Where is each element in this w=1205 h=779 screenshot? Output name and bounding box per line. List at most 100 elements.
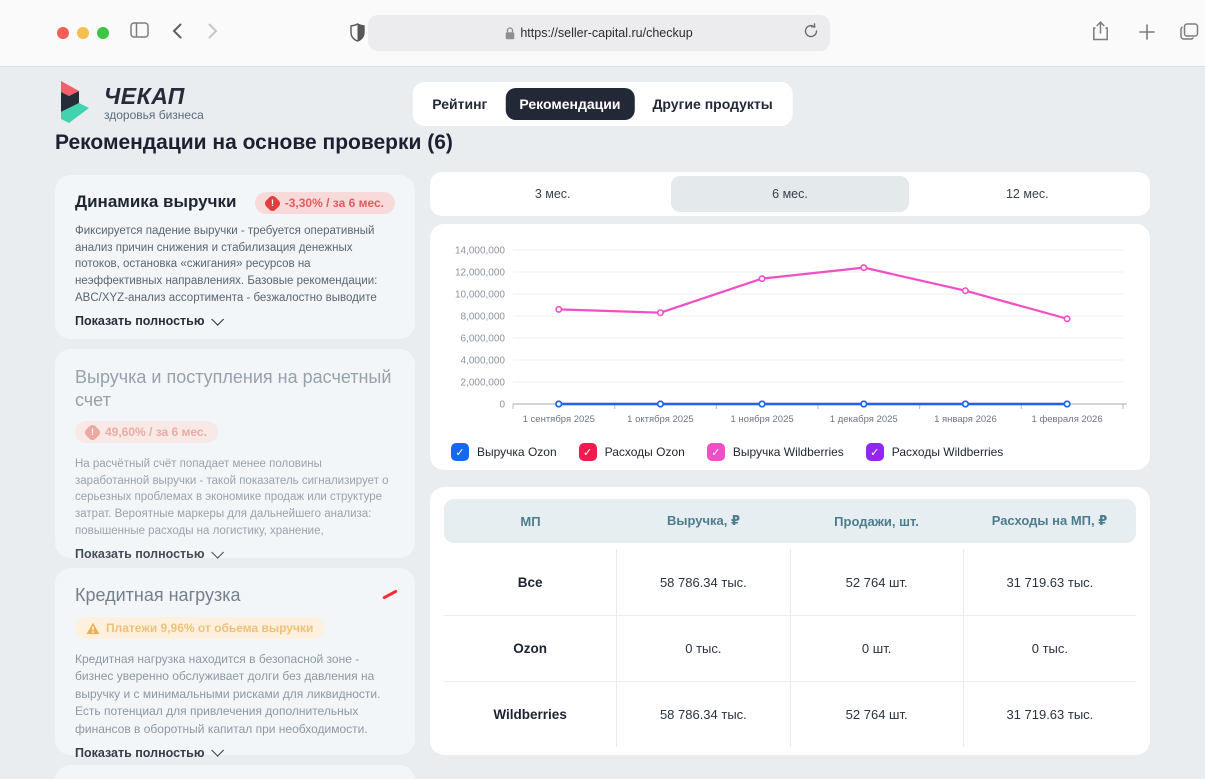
share-icon[interactable] — [1092, 21, 1109, 42]
card-description: Кредитная нагрузка находится в безопасно… — [75, 651, 395, 738]
brand-logo[interactable]: ЧЕКАП здоровья бизнеса — [55, 79, 204, 125]
forward-button-icon[interactable] — [208, 23, 218, 39]
url-text: https://seller-capital.ru/checkup — [520, 26, 692, 40]
tab-overview-icon[interactable] — [1180, 23, 1199, 40]
svg-text:4,000,000: 4,000,000 — [461, 356, 506, 367]
svg-text:1 декабря 2025: 1 декабря 2025 — [830, 414, 898, 425]
legend-checkbox-icon[interactable]: ✓ — [579, 443, 597, 461]
svg-text:2,000,000: 2,000,000 — [461, 378, 506, 389]
period-tab-6m[interactable]: 6 мес. — [671, 176, 908, 212]
col-header-mp: МП — [444, 514, 617, 529]
show-full-link[interactable]: Показать полностью — [75, 547, 395, 561]
chevron-down-icon — [211, 313, 224, 326]
svg-text:0: 0 — [499, 400, 505, 411]
browser-chrome: https://seller-capital.ru/checkup — [0, 0, 1205, 67]
card-title: Динамика выручки — [75, 192, 236, 212]
analytics-column: 3 мес. 6 мес. 12 мес. 0 2,000,000 4,000,00… — [430, 172, 1150, 755]
status-badge: ! 49,60% / за 6 мес. — [75, 421, 218, 443]
minimize-window-button[interactable] — [77, 27, 89, 39]
chart-legend: ✓ Выручка Ozon ✓ Расходы Ozon ✓ Выручка Wildb… — [445, 439, 1135, 461]
alert-icon: ! — [263, 194, 281, 212]
status-badge: Платежи 9,96% от обьема выручки — [75, 617, 324, 639]
table-row: Wildberries 58 786.34 тыс. 52 764 шт. 31… — [444, 681, 1136, 747]
show-full-link[interactable]: Показать полностью — [75, 746, 395, 760]
legend-label: Расходы Ozon — [605, 445, 685, 459]
legend-item-1[interactable]: ✓ Расходы Ozon — [579, 443, 685, 461]
card-revenue-dynamics: Динамика выручки ! -3,30% / за 6 мес. Фи… — [55, 175, 415, 339]
legend-label: Расходы Wildberries — [892, 445, 1004, 459]
nav-tab-other-products[interactable]: Другие продукты — [638, 88, 786, 120]
cell-expenses: 0 тыс. — [963, 616, 1136, 681]
legend-label: Выручка Ozon — [477, 445, 557, 459]
table-row: Все 58 786.34 тыс. 52 764 шт. 31 719.63 … — [444, 549, 1136, 615]
cell-revenue: 58 786.34 тыс. — [616, 682, 789, 747]
card-description: На расчётный счёт попадает менее половин… — [75, 456, 395, 539]
cell-mp: Wildberries — [444, 682, 616, 747]
table-row: Ozon 0 тыс. 0 шт. 0 тыс. — [444, 615, 1136, 681]
cell-mp: Ozon — [444, 616, 616, 681]
cell-mp: Все — [444, 549, 616, 615]
zoom-window-button[interactable] — [97, 27, 109, 39]
back-button-icon[interactable] — [172, 23, 182, 39]
address-bar[interactable]: https://seller-capital.ru/checkup — [368, 15, 830, 51]
period-tab-12m[interactable]: 12 мес. — [909, 176, 1146, 212]
card-title: Выручка и поступления на расчетный счет — [75, 366, 395, 411]
svg-text:8,000,000: 8,000,000 — [461, 312, 506, 323]
sidebar-toggle-icon[interactable] — [130, 22, 149, 38]
chevron-down-icon — [211, 546, 224, 559]
legend-label: Выручка Wildberries — [733, 445, 844, 459]
col-header-revenue: Выручка, ₽ — [617, 513, 790, 529]
period-tabs: 3 мес. 6 мес. 12 мес. — [430, 172, 1150, 216]
status-badge: ! -3,30% / за 6 мес. — [255, 192, 395, 214]
privacy-shield-icon[interactable] — [350, 23, 365, 42]
card-partial — [55, 765, 415, 779]
warning-icon — [86, 622, 100, 635]
legend-item-0[interactable]: ✓ Выручка Ozon — [451, 443, 557, 461]
svg-text:6,000,000: 6,000,000 — [461, 334, 506, 345]
svg-text:1 сентября 2025: 1 сентября 2025 — [523, 414, 595, 425]
col-header-sales: Продажи, шт. — [790, 514, 963, 529]
card-title: Кредитная нагрузка — [75, 585, 395, 606]
legend-checkbox-icon[interactable]: ✓ — [451, 443, 469, 461]
nav-tab-recommendations[interactable]: Рекомендации — [505, 88, 634, 120]
show-full-link[interactable]: Показать полностью — [75, 314, 395, 328]
legend-checkbox-icon[interactable]: ✓ — [866, 443, 884, 461]
svg-text:14,000,000: 14,000,000 — [455, 246, 505, 257]
marketplace-table-card: МП Выручка, ₽ Продажи, шт. Расходы на МП… — [430, 487, 1150, 755]
legend-item-2[interactable]: ✓ Выручка Wildberries — [707, 443, 844, 461]
brand-logo-icon — [55, 79, 95, 125]
lock-icon — [505, 27, 515, 40]
legend-checkbox-icon[interactable]: ✓ — [707, 443, 725, 461]
svg-text:1 февраля 2026: 1 февраля 2026 — [1032, 414, 1103, 425]
svg-text:12,000,000: 12,000,000 — [455, 268, 505, 279]
reload-icon[interactable] — [804, 23, 818, 39]
recommendation-cards-column: Динамика выручки ! -3,30% / за 6 мес. Фи… — [55, 175, 415, 779]
page-title: Рекомендации на основе проверки (6) — [55, 131, 453, 155]
cell-sales: 52 764 шт. — [790, 549, 963, 615]
col-header-expenses: Расходы на МП, ₽ — [963, 513, 1136, 529]
svg-text:1 октября 2025: 1 октября 2025 — [627, 414, 694, 425]
period-tab-3m[interactable]: 3 мес. — [434, 176, 671, 212]
page-content: ЧЕКАП здоровья бизнеса Рейтинг Рекоменда… — [0, 68, 1205, 779]
svg-text:1 ноября 2025: 1 ноября 2025 — [731, 414, 794, 425]
line-chart: 02,000,0004,000,0006,000,0008,000,00010,… — [445, 234, 1135, 434]
alert-icon: ! — [83, 423, 101, 441]
window-controls[interactable] — [57, 27, 109, 39]
card-description: Фиксируется падение выручки - требуется … — [75, 223, 395, 306]
cell-revenue: 58 786.34 тыс. — [616, 549, 789, 615]
revenue-chart-card: 02,000,0004,000,0006,000,0008,000,00010,… — [430, 224, 1150, 470]
brand-tagline: здоровья бизнеса — [104, 108, 204, 122]
legend-item-3[interactable]: ✓ Расходы Wildberries — [866, 443, 1004, 461]
svg-text:1 января 2026: 1 января 2026 — [934, 414, 997, 425]
card-credit-load: Кредитная нагрузка Платежи 9,96% от обье… — [55, 568, 415, 755]
nav-tab-rating[interactable]: Рейтинг — [418, 88, 501, 120]
brand-name: ЧЕКАП — [104, 83, 204, 110]
new-tab-icon[interactable] — [1139, 24, 1155, 40]
cell-revenue: 0 тыс. — [616, 616, 789, 681]
table-header-row: МП Выручка, ₽ Продажи, шт. Расходы на МП… — [444, 499, 1136, 543]
main-nav: Рейтинг Рекомендации Другие продукты — [412, 82, 792, 126]
card-revenue-receipts: Выручка и поступления на расчетный счет … — [55, 349, 415, 558]
cell-expenses: 31 719.63 тыс. — [963, 549, 1136, 615]
cell-sales: 0 шт. — [790, 616, 963, 681]
close-window-button[interactable] — [57, 27, 69, 39]
